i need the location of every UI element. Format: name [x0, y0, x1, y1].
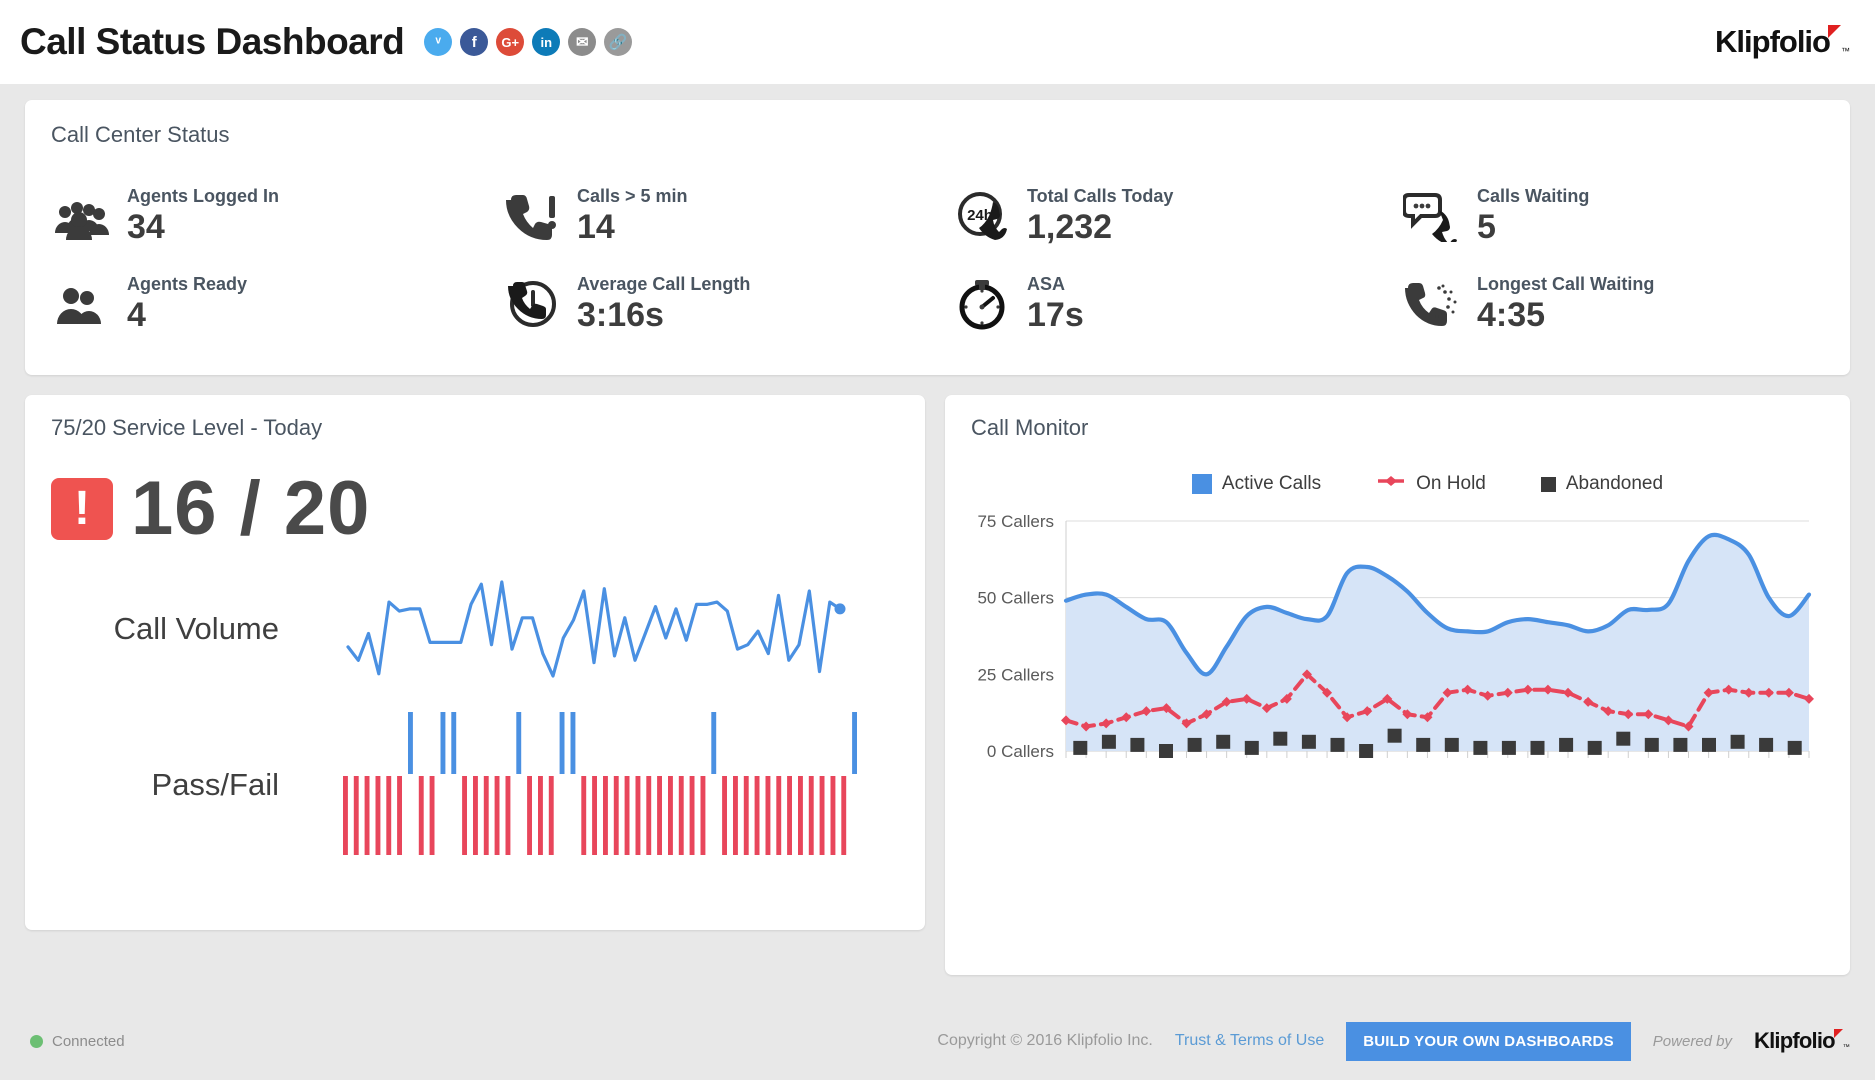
kpi-value: 3:16s [577, 296, 750, 335]
kpi-label: ASA [1027, 273, 1084, 296]
build-dashboards-button[interactable]: BUILD YOUR OWN DASHBOARDS [1346, 1022, 1631, 1061]
legend-item-on-hold[interactable]: On Hold [1376, 473, 1486, 495]
pass-fail-label: Pass/Fail [51, 767, 301, 803]
call-monitor-chart-wrap: 0 Callers 25 Callers 50 Callers 75 Callers [971, 511, 1824, 786]
call-monitor-legend: Active Calls On Hold Abandoned [971, 473, 1824, 495]
terms-link[interactable]: Trust & Terms of Use [1175, 1032, 1324, 1050]
kpi-asa: ASA17s [951, 260, 1401, 348]
phone-alert-icon [501, 188, 563, 244]
kpi-value: 4 [127, 296, 247, 335]
footer-logo-tm: ™ [1843, 1044, 1849, 1051]
kpi-grid: Agents Logged In34Calls > 5 min1424hTota… [51, 172, 1824, 348]
link-icon[interactable]: 🔗 [604, 28, 632, 56]
logo-tm: ™ [1841, 46, 1849, 56]
twitter-icon[interactable]: ᵛ [424, 28, 452, 56]
kpi-label: Calls Waiting [1477, 185, 1589, 208]
kpi-text: Total Calls Today1,232 [1027, 185, 1173, 247]
service-level-panel: 75/20 Service Level - Today ! 16 / 20 Ca… [25, 395, 925, 930]
stopwatch-icon [951, 276, 1013, 332]
kpi-value: 17s [1027, 296, 1084, 335]
kpi-calls-5-min: Calls > 5 min14 [501, 172, 951, 260]
call-center-status-title: Call Center Status [51, 122, 1824, 148]
call-monitor-title: Call Monitor [971, 415, 1824, 441]
kpi-text: Calls > 5 min14 [577, 185, 688, 247]
call-monitor-panel: Call Monitor Active Calls On Hold Abandone… [945, 395, 1850, 975]
connection-status: Connected [30, 1033, 125, 1050]
svg-text:50 Callers: 50 Callers [977, 589, 1054, 608]
phone-ringing-icon [1401, 276, 1463, 332]
call-center-status-panel: Call Center Status Agents Logged In34 Cal… [25, 100, 1850, 375]
legend-label: On Hold [1416, 473, 1486, 495]
svg-text:25 Callers: 25 Callers [977, 665, 1054, 684]
legend-label: Abandoned [1566, 473, 1663, 495]
phone-clock-icon [501, 276, 563, 332]
call-volume-row: Call Volume [51, 574, 899, 684]
kpi-total-calls-today: 24hTotal Calls Today1,232 [951, 172, 1401, 260]
page-header: Call Status Dashboard ᵛf G+ in ✉ 🔗 Klipfolio… [0, 0, 1875, 84]
email-icon[interactable]: ✉ [568, 28, 596, 56]
call-volume-sparkline [301, 574, 899, 684]
kpi-label: Agents Logged In [127, 185, 279, 208]
agents-group-icon [51, 188, 113, 244]
page-title: Call Status Dashboard [20, 21, 404, 63]
kpi-text: Average Call Length3:16s [577, 273, 750, 335]
abandoned-marker-icon [1541, 477, 1556, 492]
kpi-text: ASA17s [1027, 273, 1084, 335]
kpi-longest-call-waiting: Longest Call Waiting4:35 [1401, 260, 1831, 348]
kpi-agents-ready: Agents Ready4 [51, 260, 501, 348]
klipfolio-logo-text: Klipfolio [1715, 24, 1830, 59]
agents-pair-icon [51, 276, 113, 332]
kpi-value: 1,232 [1027, 208, 1173, 247]
kpi-value: 5 [1477, 208, 1589, 247]
kpi-value: 4:35 [1477, 296, 1654, 335]
footer-logo-text: Klipfolio [1754, 1028, 1835, 1053]
call-volume-label: Call Volume [51, 611, 301, 647]
svg-text:75 Callers: 75 Callers [977, 512, 1054, 531]
24h-phone-icon: 24h [951, 188, 1013, 244]
kpi-text: Calls Waiting5 [1477, 185, 1589, 247]
phone-bubble-icon [1401, 188, 1463, 244]
facebook-icon[interactable]: f [460, 28, 488, 56]
on-hold-marker-icon [1376, 473, 1406, 495]
copyright-text: Copyright © 2016 Klipfolio Inc. [937, 1032, 1152, 1050]
googleplus-icon[interactable]: G+ [496, 28, 524, 56]
kpi-agents-logged-in: Agents Logged In34 [51, 172, 501, 260]
pass-fail-row: Pass/Fail [51, 712, 899, 857]
kpi-label: Average Call Length [577, 273, 750, 296]
social-share-row: ᵛf G+ in ✉ 🔗 [424, 28, 632, 56]
kpi-average-call-length: Average Call Length3:16s [501, 260, 951, 348]
kpi-label: Total Calls Today [1027, 185, 1173, 208]
service-level-title: 75/20 Service Level - Today [51, 415, 899, 441]
klipfolio-logo: Klipfolio ™ [1715, 24, 1849, 60]
service-level-value-row: ! 16 / 20 [51, 465, 899, 552]
svg-text:0 Callers: 0 Callers [987, 742, 1054, 761]
kpi-text: Longest Call Waiting4:35 [1477, 273, 1654, 335]
kpi-label: Calls > 5 min [577, 185, 688, 208]
alert-badge-icon: ! [51, 478, 113, 540]
page-footer: Connected Copyright © 2016 Klipfolio Inc… [0, 1002, 1875, 1080]
kpi-calls-waiting: Calls Waiting5 [1401, 172, 1831, 260]
powered-by-label: Powered by [1653, 1033, 1732, 1050]
footer-right-group: Copyright © 2016 Klipfolio Inc. Trust & … [937, 1022, 1849, 1061]
footer-klipfolio-logo: Klipfolio ™ [1754, 1028, 1849, 1054]
legend-item-abandoned[interactable]: Abandoned [1541, 473, 1663, 495]
logo-triangle-icon [1828, 25, 1841, 38]
legend-item-active-calls[interactable]: Active Calls [1192, 473, 1321, 495]
footer-logo-triangle-icon [1834, 1029, 1843, 1038]
legend-label: Active Calls [1222, 473, 1321, 495]
service-level-ratio: 16 / 20 [131, 465, 370, 552]
kpi-text: Agents Logged In34 [127, 185, 279, 247]
kpi-label: Agents Ready [127, 273, 247, 296]
kpi-value: 14 [577, 208, 688, 247]
linkedin-icon[interactable]: in [532, 28, 560, 56]
connection-status-label: Connected [52, 1033, 125, 1050]
kpi-value: 34 [127, 208, 279, 247]
kpi-label: Longest Call Waiting [1477, 273, 1654, 296]
kpi-text: Agents Ready4 [127, 273, 247, 335]
connection-dot-icon [30, 1035, 43, 1048]
call-monitor-chart: 0 Callers 25 Callers 50 Callers 75 Callers [971, 511, 1821, 781]
active-calls-marker-icon [1192, 474, 1212, 494]
pass-fail-chart [301, 712, 899, 857]
